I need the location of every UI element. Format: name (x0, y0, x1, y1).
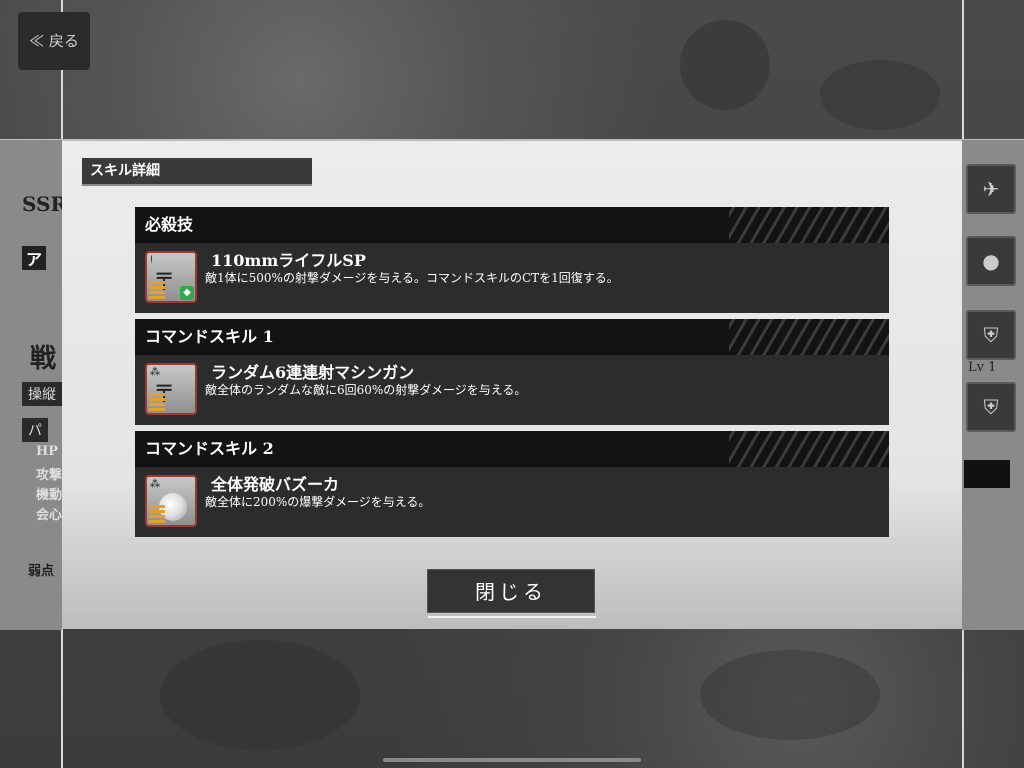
rank-chevron-icon (149, 393, 165, 411)
skill-description: 敵全体に200%の爆撃ダメージを与える。 (205, 495, 431, 509)
dialog-title: スキル詳細 (82, 158, 312, 186)
rarity-label: SSR (22, 192, 68, 216)
skill-body: ǃ ╤ ◆ 110mmライフルSP 敵1体に500%の射撃ダメージを与える。コマ… (135, 243, 889, 313)
close-button[interactable]: 閉じる (427, 569, 596, 618)
stat-attack-label: 攻撃 (36, 468, 63, 483)
ink-splatter (160, 640, 360, 750)
skill-category-label: コマンドスキル 2 (145, 439, 274, 458)
ink-splatter (820, 60, 940, 130)
rank-chevron-icon (149, 281, 165, 299)
unit-type-label: ア (22, 246, 47, 270)
rank-chevron-icon (149, 505, 165, 523)
skill-body: ⁂ ╤ ランダム6連連射マシンガン 敵全体のランダムな敵に6回60%の射撃ダメー… (135, 355, 889, 425)
ink-splatter (680, 20, 770, 110)
special-badge-icon: ◆ (180, 286, 194, 300)
header-stripe-decoration (729, 207, 889, 243)
skill-description: 敵全体のランダムな敵に6回60%の射撃ダメージを与える。 (205, 383, 527, 397)
skill-name: ランダム6連連射マシンガン (211, 363, 415, 382)
skill-category-label: コマンドスキル 1 (145, 327, 274, 346)
skill-category-header: コマンドスキル 1 (135, 319, 889, 355)
ink-splatter (700, 650, 880, 740)
frame-line (0, 627, 1024, 629)
skill-name: 110mmライフルSP (211, 251, 366, 270)
back-button[interactable]: ≪ 戻る (18, 12, 90, 70)
skill-category-label: 必殺技 (145, 215, 194, 234)
header-stripe-decoration (729, 431, 889, 467)
skill-detail-dialog: スキル詳細 必殺技 ǃ ╤ ◆ 110mmライフルSP 敵1体に500%の射撃ダ… (62, 141, 962, 627)
machine-gun-icon: ⁂ ╤ (145, 363, 197, 415)
pilot-tab[interactable]: 操縦 (22, 382, 62, 406)
shield-upgrade-icon[interactable]: ⛨ (966, 310, 1016, 360)
param-header: パ (22, 418, 48, 442)
header-stripe-decoration (729, 319, 889, 355)
home-indicator[interactable] (383, 758, 641, 762)
skill-name: 全体発破バズーカ (211, 475, 340, 494)
rifle-skill-icon[interactable]: ✈ (966, 164, 1016, 214)
skill-description: 敵1体に500%の射撃ダメージを与える。コマンドスキルのCTを1回復する。 (205, 271, 619, 285)
skill-category-header: 必殺技 (135, 207, 889, 243)
dark-panel (964, 460, 1010, 488)
skill-card: 必殺技 ǃ ╤ ◆ 110mmライフルSP 敵1体に500%の射撃ダメージを与え… (135, 207, 889, 313)
battle-label: 戦 (30, 344, 57, 374)
bazooka-bomb-icon: ⁂ (145, 475, 197, 527)
skill-body: ⁂ 全体発破バズーカ 敵全体に200%の爆撃ダメージを与える。 (135, 467, 889, 537)
skill-card: コマンドスキル 1 ⁂ ╤ ランダム6連連射マシンガン 敵全体のランダムな敵に6… (135, 319, 889, 425)
level-label: Lv 1 (968, 360, 997, 375)
rifle-icon: ǃ ╤ ◆ (145, 251, 197, 303)
weakness-label: 弱点 (28, 564, 55, 579)
shield-upgrade-icon[interactable]: ⛨ (966, 382, 1016, 432)
skill-category-header: コマンドスキル 2 (135, 431, 889, 467)
stat-mobility-label: 機動 (36, 488, 63, 503)
bomb-skill-icon[interactable]: ● (966, 236, 1016, 286)
skill-card: コマンドスキル 2 ⁂ 全体発破バズーカ 敵全体に200%の爆撃ダメージを与える… (135, 431, 889, 537)
stat-hp-label: HP (36, 444, 59, 459)
stat-critical-label: 会心 (36, 508, 63, 523)
